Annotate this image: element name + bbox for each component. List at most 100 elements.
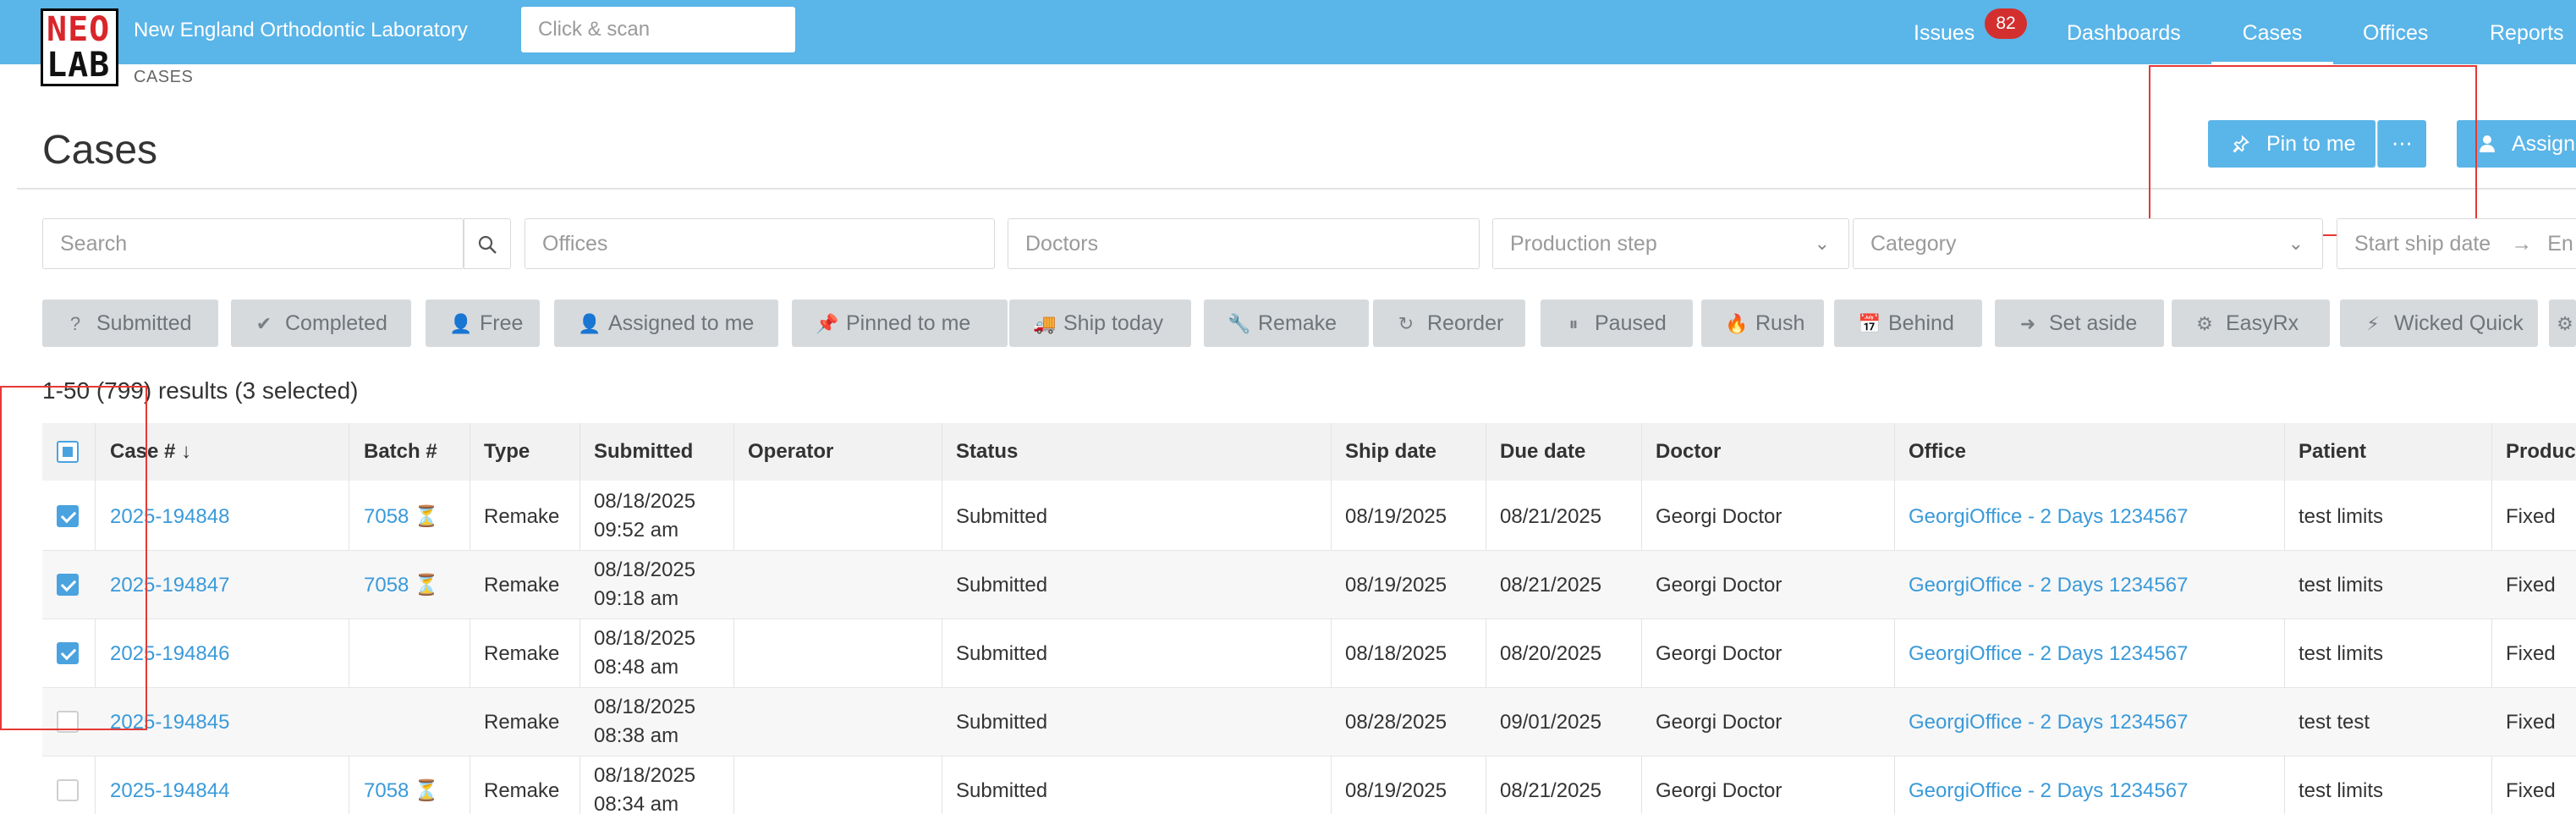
bolt-icon: ⚡ [2366,313,2380,334]
case-number-link[interactable]: 2025-194844 [110,756,229,814]
col-type[interactable]: Type [484,423,530,481]
chip-label: Remake [1258,311,1337,335]
search-button[interactable] [464,218,511,269]
col-submitted[interactable]: Submitted [594,423,693,481]
ship-date-cell: 08/19/2025 [1345,574,1447,597]
hourglass-icon: ⏳ [414,779,440,802]
chip-rush[interactable]: 🔥 Rush [1701,300,1824,347]
submitted-time: 08:48 am [594,656,679,679]
table-header: Case # ↓ Batch # Type Submitted Operator… [42,423,2576,481]
batch-link[interactable]: 7058 [364,779,409,802]
nav-cases[interactable]: Cases [2211,0,2333,64]
search-icon [477,231,497,256]
type-cell: Remake [484,574,560,597]
type-cell: Remake [484,779,560,802]
office-link[interactable]: GeorgiOffice - 2 Days 1234567 [1909,688,2188,756]
user-outline-icon: 👤 [449,313,473,334]
ship-date-range[interactable]: Start ship date → En [2337,218,2576,269]
start-ship-date-input[interactable]: Start ship date [2354,232,2491,256]
doctor-cell: Georgi Doctor [1656,779,1782,802]
chip-set-aside[interactable]: ➜ Set aside [1995,300,2164,347]
neolab-logo[interactable]: NEO LAB [41,8,118,86]
chip-ship-today[interactable]: 🚚 Ship today [1009,300,1191,347]
search-input[interactable]: Search [42,218,464,269]
col-office[interactable]: Office [1909,423,1966,481]
breadcrumb[interactable]: CASES [134,68,193,87]
nav-offices[interactable]: Offices [2363,0,2428,64]
end-ship-date-input[interactable]: En [2547,232,2573,256]
pause-circle-icon: ⏸ [1568,313,1579,334]
chip-remake[interactable]: 🔧 Remake [1204,300,1369,347]
offices-filter[interactable]: Offices [525,218,995,269]
category-select[interactable]: Category ⌄ [1853,218,2323,269]
doctors-filter[interactable]: Doctors [1008,218,1480,269]
table-row[interactable]: 2025-194847 7058 ⏳ Remake 08/18/2025 09:18… [42,551,2576,619]
scan-input[interactable] [521,7,795,52]
submitted-cell: 08/18/2025 09:52 am [594,482,695,551]
submitted-date: 08/18/2025 [594,627,696,650]
office-link[interactable]: GeorgiOffice - 2 Days 1234567 [1909,756,2188,814]
chip-wicked-quick[interactable]: ⚡ Wicked Quick [2340,300,2538,347]
chip-paused[interactable]: ⏸ Paused [1541,300,1693,347]
product-cell: Fixed [2506,574,2556,597]
office-link[interactable]: GeorgiOffice - 2 Days 1234567 [1909,551,2188,619]
table-row[interactable]: 2025-194848 7058 ⏳ Remake 08/18/2025 09:52… [42,482,2576,551]
submitted-date: 08/18/2025 [594,558,696,581]
chip-label: Completed [285,311,387,335]
submitted-cell: 08/18/2025 08:38 am [594,688,695,756]
production-step-select[interactable]: Production step ⌄ [1492,218,1849,269]
chip-overflow[interactable]: ⚙ [2549,300,2576,347]
chip-label: Set aside [2049,311,2138,335]
chip-submitted[interactable]: ? Submitted [42,300,218,347]
logo-text-bottom: LAB [47,46,111,85]
assign-label: Assign [2511,132,2575,156]
chip-pinned-to-me[interactable]: 📌 Pinned to me [792,300,1008,347]
check-circle-icon: ✔ [255,313,272,334]
batch-cell[interactable]: 7058 ⏳ [364,482,439,551]
product-cell: Fixed [2506,779,2556,802]
table-row[interactable]: 2025-194844 7058 ⏳ Remake 08/18/2025 08:34… [42,756,2576,814]
office-link[interactable]: GeorgiOffice - 2 Days 1234567 [1909,482,2188,551]
chip-completed[interactable]: ✔ Completed [231,300,411,347]
chip-assigned-to-me[interactable]: 👤 Assigned to me [554,300,778,347]
batch-cell[interactable]: 7058 ⏳ [364,551,439,619]
calendar-clock-icon: 📅 [1858,313,1881,334]
chip-label: Behind [1888,311,1954,335]
col-doctor[interactable]: Doctor [1656,423,1721,481]
chip-free[interactable]: 👤 Free [426,300,540,347]
submitted-date: 08/18/2025 [594,490,696,513]
col-due-date[interactable]: Due date [1500,423,1585,481]
status-cell: Submitted [956,779,1048,802]
nav-reports[interactable]: Reports [2490,0,2564,64]
nav-dashboards[interactable]: Dashboards [2067,0,2181,64]
page-title: Cases [42,128,158,173]
table-row[interactable]: 2025-194845 Remake 08/18/2025 08:38 am Su… [42,688,2576,756]
highlight-box-checkboxes [0,386,147,730]
batch-cell[interactable]: 7058 ⏳ [364,756,439,814]
production-step-label: Production step [1510,232,1657,256]
doctor-cell: Georgi Doctor [1656,505,1782,528]
chip-reorder[interactable]: ↻ Reorder [1373,300,1525,347]
user-icon: 👤 [578,313,601,334]
ship-date-cell: 08/19/2025 [1345,505,1447,528]
col-status[interactable]: Status [956,423,1018,481]
chip-behind[interactable]: 📅 Behind [1834,300,1982,347]
product-cell: Fixed [2506,642,2556,665]
col-operator[interactable]: Operator [748,423,833,481]
col-product[interactable]: Product [2506,423,2576,481]
table-row[interactable]: 2025-194846 Remake 08/18/2025 08:48 am Su… [42,619,2576,688]
ship-date-cell: 08/19/2025 [1345,779,1447,802]
nav-issues[interactable]: Issues [1914,0,1975,64]
batch-link[interactable]: 7058 [364,574,409,597]
col-ship-date[interactable]: Ship date [1345,423,1436,481]
highlight-box-actions [2149,65,2477,236]
col-patient[interactable]: Patient [2299,423,2366,481]
chip-label: Rush [1755,311,1805,335]
ship-date-cell: 08/18/2025 [1345,642,1447,665]
brand-name[interactable]: New England Orthodontic Laboratory [134,19,468,42]
row-checkbox[interactable] [57,779,79,801]
chip-easyrx[interactable]: ⚙ EasyRx [2172,300,2330,347]
col-batch[interactable]: Batch # [364,423,437,481]
batch-link[interactable]: 7058 [364,505,409,528]
office-link[interactable]: GeorgiOffice - 2 Days 1234567 [1909,619,2188,688]
